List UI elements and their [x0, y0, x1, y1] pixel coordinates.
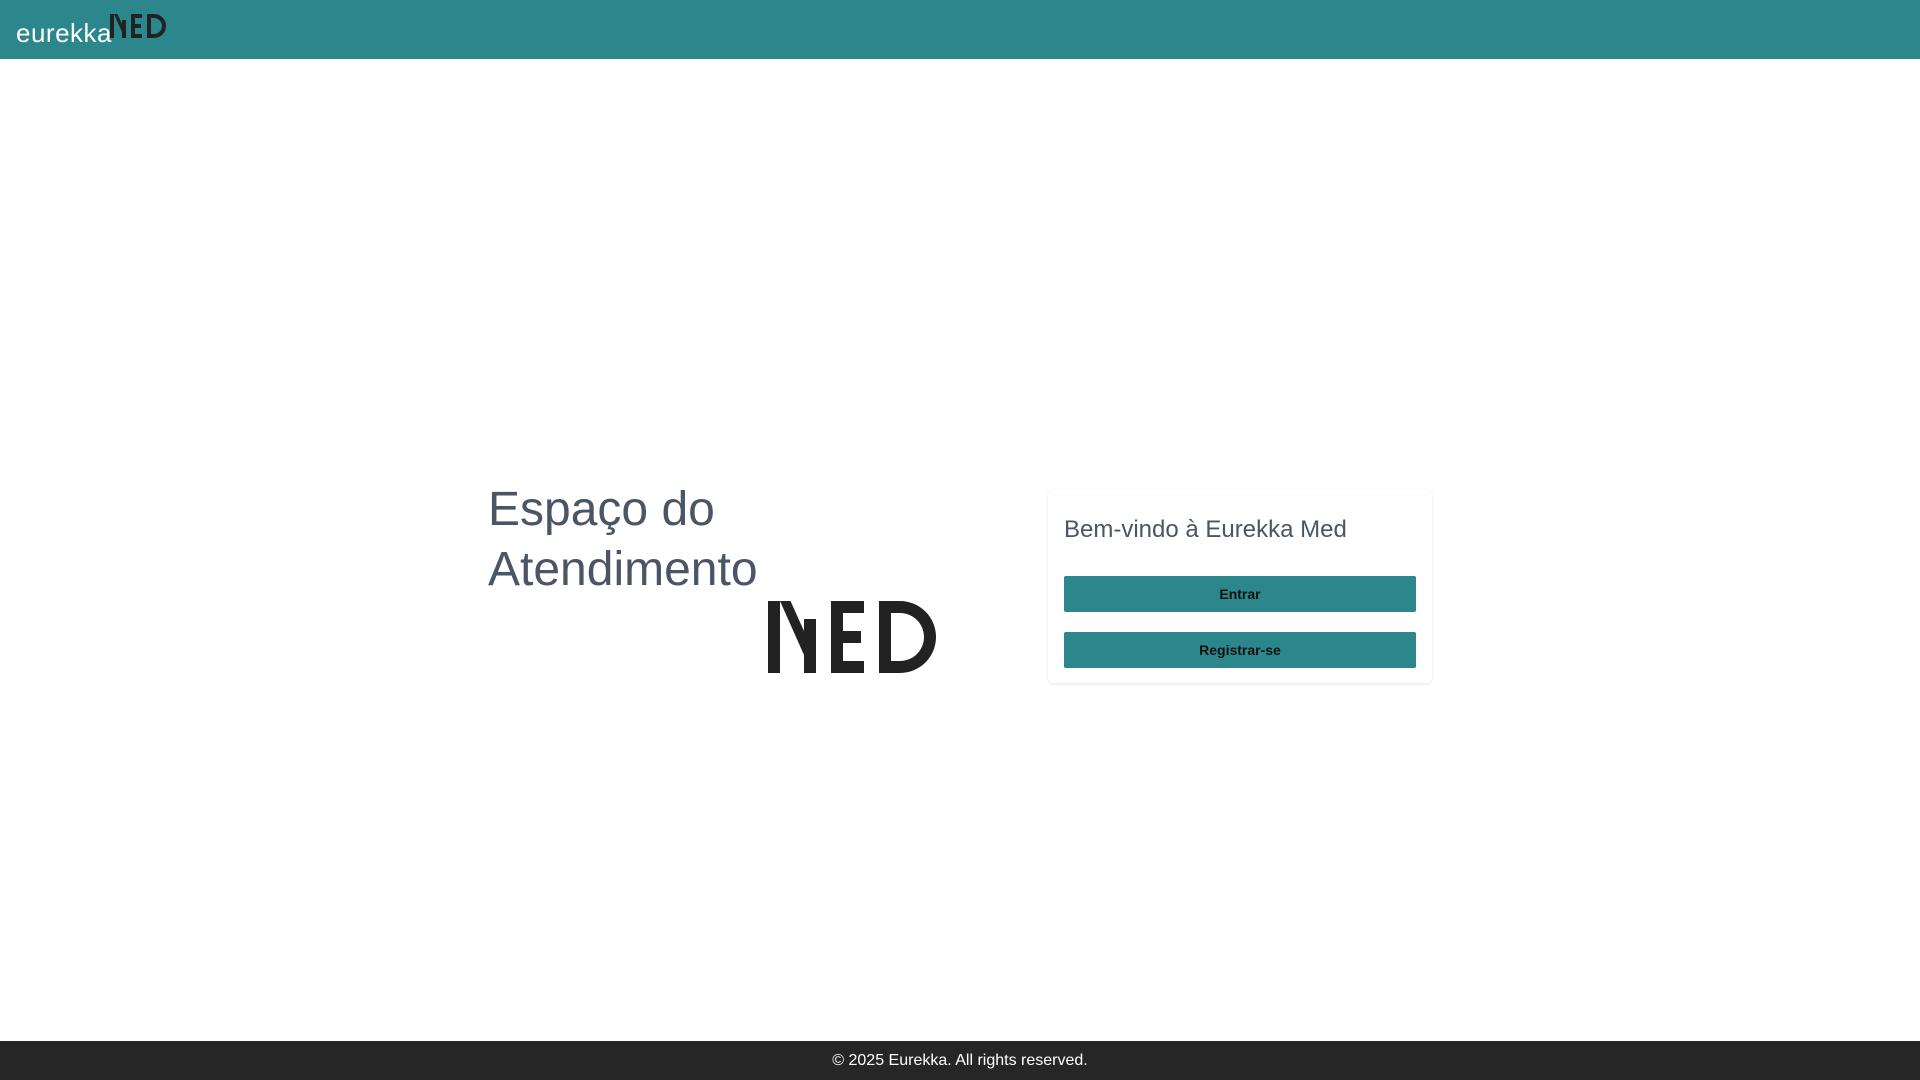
welcome-title: Bem-vindo à Eurekka Med [1064, 516, 1347, 543]
register-button[interactable]: Registrar-se [1064, 632, 1416, 668]
welcome-card: Bem-vindo à Eurekka Med Entrar Registrar… [1048, 490, 1432, 683]
top-bar: eurekka [0, 0, 1920, 59]
footer-copyright: © 2025 Eurekka. All rights reserved. [832, 1051, 1088, 1069]
logo-med-mark [110, 14, 166, 38]
hero-title: Espaço do Atendimento [488, 483, 758, 596]
logo-wordmark: eurekka [16, 18, 112, 48]
header-logo[interactable]: eurekka [16, 14, 166, 46]
hero-med-logo [768, 601, 936, 673]
footer: © 2025 Eurekka. All rights reserved. [0, 1041, 1920, 1080]
login-button[interactable]: Entrar [1064, 576, 1416, 612]
